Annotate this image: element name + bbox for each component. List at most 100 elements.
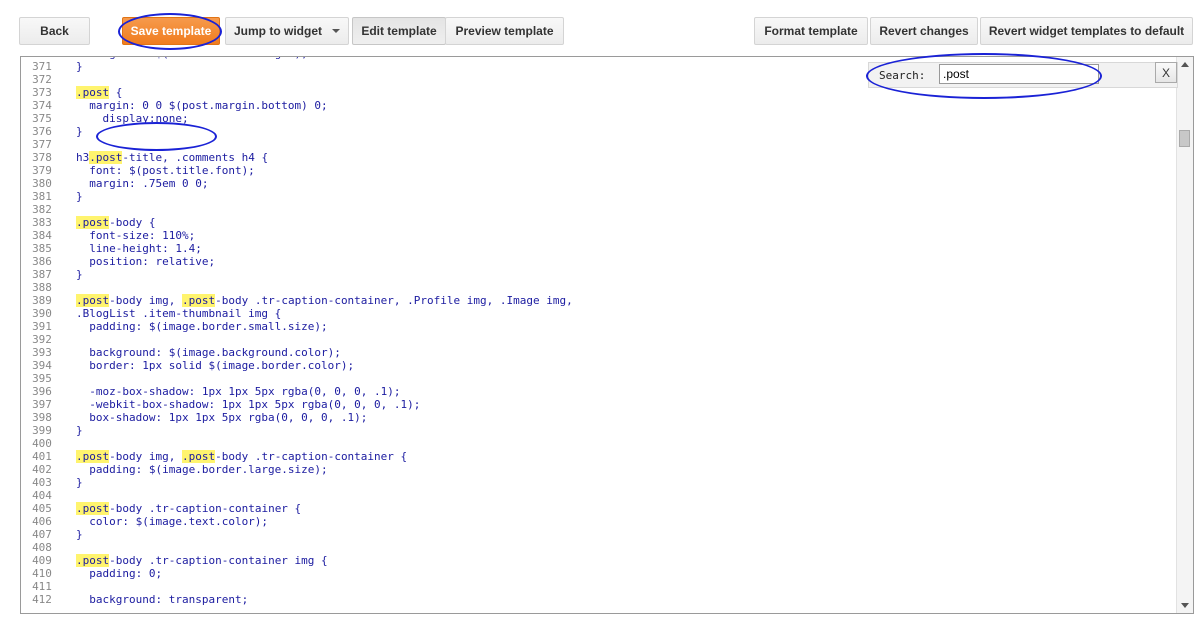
- code-text: .post-body img, .post-body .tr-caption-c…: [76, 450, 407, 463]
- back-button[interactable]: Back: [19, 17, 90, 45]
- code-text: }: [76, 190, 83, 203]
- code-segment: color: $(image.text.color);: [76, 515, 269, 528]
- code-line: 394 border: 1px solid $(image.border.col…: [21, 359, 1177, 372]
- code-text: .post-body {: [76, 216, 155, 229]
- code-line: 387}: [21, 268, 1177, 281]
- template-code-editor[interactable]: 370 margin: 0 $(main.section.margin);371…: [20, 56, 1194, 614]
- code-line: 402 padding: $(image.border.large.size);: [21, 463, 1177, 476]
- code-text: font-size: 110%;: [76, 229, 195, 242]
- code-segment: -title, .comments h4 {: [122, 151, 269, 164]
- code-line: 388: [21, 281, 1177, 294]
- code-line: 383 .post-body {: [21, 216, 1177, 229]
- code-line: 400: [21, 437, 1177, 450]
- search-panel: Search: X: [868, 62, 1178, 88]
- scroll-thumb[interactable]: [1179, 130, 1190, 147]
- line-number: 392: [32, 333, 52, 346]
- code-line: 401 .post-body img, .post-body .tr-captio…: [21, 450, 1177, 463]
- line-number: 378: [32, 151, 52, 164]
- code-text: line-height: 1.4;: [76, 242, 202, 255]
- revert-widget-templates-button[interactable]: Revert widget templates to default: [980, 17, 1193, 45]
- code-segment: padding: $(image.border.small.size);: [76, 320, 328, 333]
- code-line: 396 -moz-box-shadow: 1px 1px 5px rgba(0,…: [21, 385, 1177, 398]
- line-number: 395: [32, 372, 52, 385]
- jump-to-widget-dropdown[interactable]: Jump to widget: [225, 17, 349, 45]
- code-line: 397 -webkit-box-shadow: 1px 1px 5px rgba…: [21, 398, 1177, 411]
- code-segment: }: [76, 528, 83, 541]
- line-number: 411: [32, 580, 52, 593]
- save-template-button[interactable]: Save template: [122, 17, 220, 45]
- code-segment: -body img,: [109, 294, 182, 307]
- code-segment: font: $(post.title.font);: [76, 164, 255, 177]
- code-line: 382: [21, 203, 1177, 216]
- code-line: 393 background: $(image.background.color…: [21, 346, 1177, 359]
- code-line: 410 padding: 0;: [21, 567, 1177, 580]
- revert-changes-button[interactable]: Revert changes: [870, 17, 978, 45]
- search-input[interactable]: [939, 64, 1099, 84]
- code-segment: margin: .75em 0 0;: [76, 177, 209, 190]
- code-text: -webkit-box-shadow: 1px 1px 5px rgba(0, …: [76, 398, 420, 411]
- code-text: .post-body .tr-caption-container {: [76, 502, 301, 515]
- line-number: 383: [32, 216, 52, 229]
- close-icon: X: [1161, 65, 1170, 80]
- code-segment: }: [76, 476, 83, 489]
- line-number: 406: [32, 515, 52, 528]
- code-line: 406 color: $(image.text.color);: [21, 515, 1177, 528]
- code-text: .post {: [76, 86, 122, 99]
- search-match-highlight: .post: [76, 86, 110, 99]
- search-match-highlight: .post: [76, 294, 110, 307]
- line-number: 389: [32, 294, 52, 307]
- code-segment: padding: $(image.border.large.size);: [76, 463, 328, 476]
- chevron-down-icon: [332, 29, 340, 33]
- code-line: 409 .post-body .tr-caption-container img …: [21, 554, 1177, 567]
- preview-template-button[interactable]: Preview template: [445, 17, 564, 45]
- code-segment: -body .tr-caption-container, .Profile im…: [215, 294, 573, 307]
- code-line: 392: [21, 333, 1177, 346]
- code-segment: h3: [76, 151, 90, 164]
- line-number: 403: [32, 476, 52, 489]
- line-number: 408: [32, 541, 52, 554]
- code-segment: -body img,: [109, 450, 182, 463]
- line-number: 397: [32, 398, 52, 411]
- line-number: 373: [32, 86, 52, 99]
- code-segment: padding: 0;: [76, 567, 163, 580]
- code-text: border: 1px solid $(image.border.color);: [76, 359, 354, 372]
- search-match-highlight: .post: [181, 450, 216, 463]
- line-number: 401: [32, 450, 52, 463]
- line-number: 380: [32, 177, 52, 190]
- line-number: 399: [32, 424, 52, 437]
- code-text: box-shadow: 1px 1px 5px rgba(0, 0, 0, .1…: [76, 411, 367, 424]
- code-segment: }: [76, 268, 83, 281]
- edit-template-button[interactable]: Edit template: [352, 17, 446, 45]
- code-line: 378 h3.post-title, .comments h4 {: [21, 151, 1177, 164]
- line-number: 410: [32, 567, 52, 580]
- search-match-highlight: .post: [76, 450, 110, 463]
- line-number: 381: [32, 190, 52, 203]
- scroll-up-icon[interactable]: [1181, 62, 1189, 67]
- close-search-button[interactable]: X: [1155, 62, 1177, 83]
- code-segment: .BlogList .item-thumbnail img {: [76, 307, 282, 320]
- code-text: margin: .75em 0 0;: [76, 177, 208, 190]
- code-line: 408: [21, 541, 1177, 554]
- code-line: 412 background: transparent;: [21, 593, 1177, 606]
- code-segment: -moz-box-shadow: 1px 1px 5px rgba(0, 0, …: [76, 385, 401, 398]
- code-segment: line-height: 1.4;: [76, 242, 202, 255]
- editor-scrollbar[interactable]: [1176, 57, 1193, 613]
- code-segment: }: [76, 424, 83, 437]
- line-number: 375: [32, 112, 52, 125]
- line-number: 391: [32, 320, 52, 333]
- line-number: 400: [32, 437, 52, 450]
- code-segment: {: [109, 86, 123, 99]
- line-number: 388: [32, 281, 52, 294]
- code-line: 405 .post-body .tr-caption-container {: [21, 502, 1177, 515]
- code-line: 384 font-size: 110%;: [21, 229, 1177, 242]
- code-text: color: $(image.text.color);: [76, 515, 268, 528]
- search-match-highlight: .post: [76, 216, 110, 229]
- code-segment: position: relative;: [76, 255, 216, 268]
- search-match-highlight: .post: [89, 151, 123, 164]
- format-template-button[interactable]: Format template: [754, 17, 868, 45]
- code-segment: font-size: 110%;: [76, 229, 196, 242]
- jump-to-widget-label: Jump to widget: [234, 24, 322, 38]
- code-text: background: $(image.background.color);: [76, 346, 341, 359]
- scroll-down-icon[interactable]: [1181, 603, 1189, 608]
- code-line: 376}: [21, 125, 1177, 138]
